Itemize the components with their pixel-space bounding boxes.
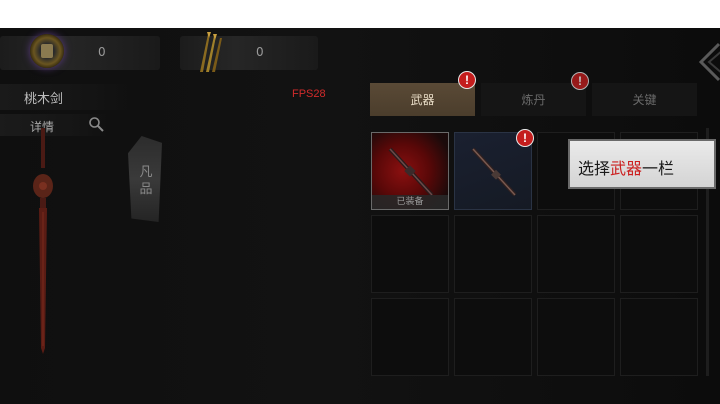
resource-bar-arrows: 0 [180,32,318,72]
equipped-label: 已装备 [372,195,448,209]
inventory-slot[interactable] [537,215,615,293]
tooltip-suffix: 一栏 [642,159,675,178]
item-name: 桃木剑 [24,92,64,107]
inventory-screen: 0 0 FPS28 桃木剑 详情 凡品 武器 炼丹 关键 ! ! 已装备 ! 选… [0,28,720,404]
tab-refine-label: 炼丹 [521,93,546,107]
inventory-slot[interactable] [371,298,449,376]
tutorial-tooltip: 选择武器一栏 [568,139,716,189]
inventory-slot[interactable] [454,298,532,376]
magnifier-icon[interactable] [88,116,104,132]
spirit-coin-value: 0 [98,45,106,59]
status-bar-area [0,0,720,28]
inventory-slot[interactable] [371,215,449,293]
golden-arrows-icon [200,32,222,72]
alert-badge-icon: ! [571,72,589,90]
alert-badge-icon: ! [516,129,534,147]
tooltip-prefix: 选择 [578,159,611,178]
inventory-slot[interactable] [454,215,532,293]
arrows-value: 0 [256,45,264,59]
sword-icon [388,147,434,197]
tab-key[interactable]: 关键 [592,83,697,116]
sword-icon [471,147,517,197]
inventory-slot[interactable] [620,215,698,293]
inventory-slot[interactable] [537,298,615,376]
tab-key-label: 关键 [632,93,657,107]
tab-weapon[interactable]: 武器 [370,83,475,116]
tooltip-text: 选择武器一栏 [578,155,674,179]
spirit-coin-icon [30,34,64,68]
inventory-slot-equipped[interactable]: 已装备 [371,132,449,210]
peach-wood-sword-icon [33,128,53,354]
tab-refine[interactable]: 炼丹 [481,83,586,116]
corner-ornament-icon[interactable] [697,42,720,82]
tab-weapon-label: 武器 [410,93,435,107]
inventory-slot[interactable] [620,298,698,376]
rank-label: 凡品 [139,165,153,197]
resource-bar-spirit: 0 [0,34,160,70]
alert-badge-icon: ! [458,71,476,89]
item-name-bar [0,84,130,110]
tooltip-highlight: 武器 [610,159,643,178]
fps-counter: FPS28 [292,88,326,100]
